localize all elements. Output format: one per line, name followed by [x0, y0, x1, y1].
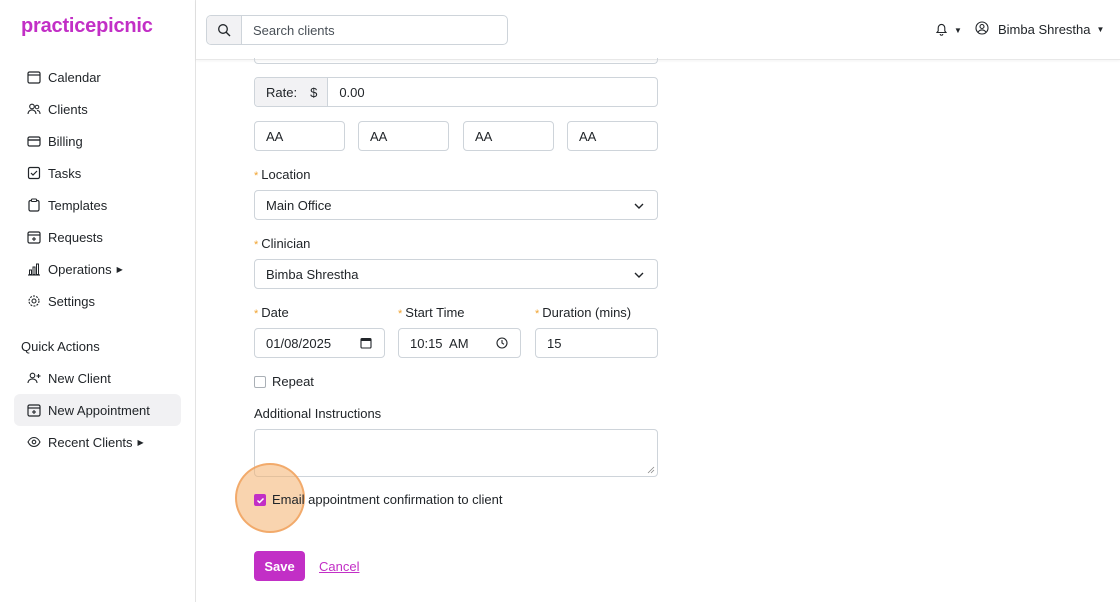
sidebar-item-label: Tasks — [48, 165, 82, 181]
sidebar-item-label: Requests — [48, 229, 103, 245]
gear-icon — [27, 294, 41, 308]
quick-action-new-client[interactable]: New Client — [14, 362, 181, 394]
caret-right-icon: ▶ — [137, 437, 144, 447]
code-value: AA — [266, 128, 284, 144]
calendar-plus-icon — [27, 403, 41, 417]
date-value: 01/08/2025 — [266, 335, 332, 351]
sidebar-item-billing[interactable]: Billing — [14, 125, 181, 157]
code-input-1[interactable]: AA — [254, 121, 345, 151]
rate-field: Rate: $ 0.00 — [254, 77, 658, 107]
rate-addon: Rate: $ — [255, 78, 329, 106]
code-value: AA — [370, 128, 388, 144]
rate-label: Rate: — [266, 84, 298, 100]
sidebar-item-label: Billing — [48, 133, 83, 149]
email-confirmation-checkbox[interactable] — [254, 494, 266, 506]
users-icon — [27, 102, 41, 116]
clinician-label: * Clinician — [254, 236, 311, 251]
sidebar-item-label: Recent Clients — [48, 434, 133, 450]
search-icon[interactable] — [207, 16, 242, 44]
chevron-down-icon — [633, 269, 645, 284]
sidebar-item-calendar[interactable]: Calendar — [14, 61, 181, 93]
chevron-down-icon — [633, 200, 645, 215]
sidebar-item-operations[interactable]: Operations ▶ — [14, 253, 181, 285]
location-select[interactable]: Main Office — [254, 190, 658, 220]
sidebar-item-templates[interactable]: Templates — [14, 189, 181, 221]
clipboard-icon — [27, 198, 41, 212]
person-plus-icon — [27, 371, 41, 385]
required-asterisk: * — [254, 239, 259, 251]
partial-field[interactable] — [254, 58, 658, 64]
search-input[interactable] — [242, 16, 507, 44]
sidebar: practicepicnic Calendar Clients Billing … — [0, 0, 196, 602]
sidebar-item-label: New Client — [48, 370, 111, 386]
start-time-label: * Start Time — [398, 305, 465, 320]
brand-logo[interactable]: practicepicnic — [21, 15, 153, 38]
clinician-value: Bimba Shrestha — [266, 266, 359, 282]
bar-chart-icon — [27, 262, 41, 276]
currency-symbol: $ — [310, 84, 318, 100]
resize-grip-icon[interactable] — [647, 466, 655, 474]
sidebar-item-label: Calendar — [48, 69, 101, 85]
sidebar-item-label: New Appointment — [48, 402, 150, 418]
code-input-4[interactable]: AA — [567, 121, 658, 151]
instructions-label: Additional Instructions — [254, 406, 382, 421]
date-label: * Date — [254, 305, 289, 320]
sidebar-item-label: Clients — [48, 101, 88, 117]
calendar-icon — [27, 70, 41, 84]
clock-icon[interactable] — [496, 337, 508, 352]
cancel-link[interactable]: Cancel — [319, 559, 359, 574]
credit-card-icon — [27, 134, 41, 148]
sidebar-item-settings[interactable]: Settings — [14, 285, 181, 317]
calendar-plus-icon — [27, 230, 41, 244]
quick-actions-title: Quick Actions — [21, 339, 100, 354]
sidebar-item-tasks[interactable]: Tasks — [14, 157, 181, 189]
check-icon — [256, 497, 264, 504]
clinician-select[interactable]: Bimba Shrestha — [254, 259, 658, 289]
date-input[interactable]: 01/08/2025 — [254, 328, 385, 358]
checkbox-icon — [27, 166, 41, 180]
notifications-button[interactable]: ▼ — [935, 22, 962, 39]
bell-icon — [935, 22, 948, 39]
required-asterisk: * — [254, 308, 259, 320]
duration-input[interactable]: 15 — [535, 328, 658, 358]
instructions-textarea[interactable] — [254, 429, 658, 477]
search-bar — [206, 15, 508, 45]
email-confirmation-label: Email appointment confirmation to client — [272, 492, 503, 507]
sidebar-item-label: Operations — [48, 261, 112, 277]
repeat-checkbox[interactable] — [254, 376, 266, 388]
sidebar-item-requests[interactable]: Requests — [14, 221, 181, 253]
user-circle-icon — [975, 21, 989, 38]
location-value: Main Office — [266, 197, 332, 213]
caret-right-icon: ▶ — [116, 264, 123, 274]
repeat-label: Repeat — [272, 374, 314, 389]
user-name: Bimba Shrestha — [998, 22, 1091, 37]
start-time-input[interactable]: 10:15 AM — [398, 328, 521, 358]
eye-icon — [27, 435, 41, 449]
code-input-3[interactable]: AA — [463, 121, 554, 151]
save-button[interactable]: Save — [254, 551, 305, 581]
location-label: * Location — [254, 167, 311, 182]
top-bar: ▼ Bimba Shrestha ▼ — [196, 0, 1120, 60]
duration-label: * Duration (mins) — [535, 305, 632, 320]
code-input-2[interactable]: AA — [358, 121, 449, 151]
code-value: AA — [475, 128, 493, 144]
caret-down-icon: ▼ — [954, 26, 962, 35]
code-value: AA — [579, 128, 597, 144]
quick-action-recent-clients[interactable]: Recent Clients ▶ — [14, 426, 181, 458]
calendar-icon[interactable] — [360, 337, 372, 352]
required-asterisk: * — [254, 170, 259, 182]
quick-action-new-appointment[interactable]: New Appointment — [14, 394, 181, 426]
start-time-value: 10:15 AM — [410, 335, 469, 351]
sidebar-item-clients[interactable]: Clients — [14, 93, 181, 125]
caret-down-icon: ▼ — [1096, 25, 1105, 34]
duration-value: 15 — [547, 335, 562, 351]
required-asterisk: * — [535, 308, 540, 320]
sidebar-item-label: Templates — [48, 197, 108, 213]
sidebar-item-label: Settings — [48, 293, 95, 309]
rate-input[interactable]: 0.00 — [328, 85, 364, 100]
required-asterisk: * — [398, 308, 403, 320]
user-menu[interactable]: Bimba Shrestha ▼ — [975, 21, 1104, 38]
